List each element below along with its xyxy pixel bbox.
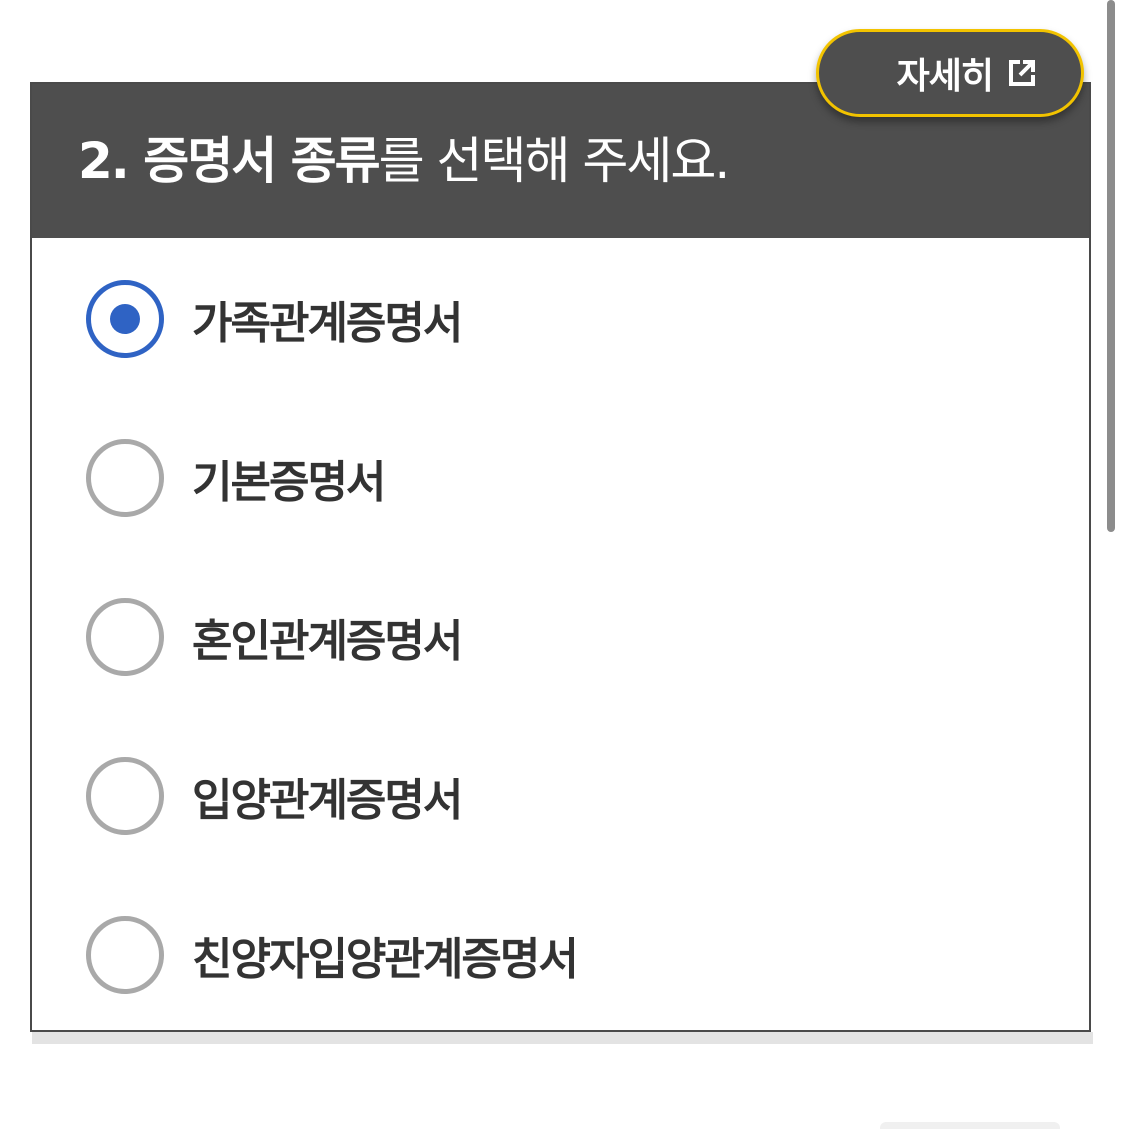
radio-button[interactable] [86,439,164,517]
bottom-element-fragment [880,1122,1060,1129]
option-family-relation[interactable]: 가족관계증명서 [86,274,463,364]
option-label: 가족관계증명서 [192,298,463,349]
panel-shadow [32,1032,1093,1044]
option-label: 친양자입양관계증명서 [192,934,579,985]
option-full-adoption-relation[interactable]: 친양자입양관계증명서 [86,910,579,1000]
section-title: 2. 증명서 종류를 선택해 주세요. [78,126,731,196]
certificate-type-panel: 2. 증명서 종류를 선택해 주세요. 가족관계증명서 기본증명서 혼인관계증명… [30,82,1091,1032]
scrollbar[interactable] [1107,0,1115,532]
option-label: 입양관계증명서 [192,775,463,826]
section-title-bold: 2. 증명서 종류 [78,132,381,190]
option-adoption-relation[interactable]: 입양관계증명서 [86,751,463,841]
radio-button[interactable] [86,598,164,676]
radio-button-selected[interactable] [86,280,164,358]
option-basic[interactable]: 기본증명서 [86,433,386,523]
external-link-icon [1007,58,1037,88]
option-marriage-relation[interactable]: 혼인관계증명서 [86,592,463,682]
radio-button[interactable] [86,757,164,835]
details-button-label: 자세히 [896,56,994,97]
section-title-rest: 를 선택해 주세요. [378,132,731,190]
details-button[interactable]: 자세히 [816,29,1084,117]
option-label: 혼인관계증명서 [192,616,463,667]
option-label: 기본증명서 [192,457,386,508]
radio-button[interactable] [86,916,164,994]
